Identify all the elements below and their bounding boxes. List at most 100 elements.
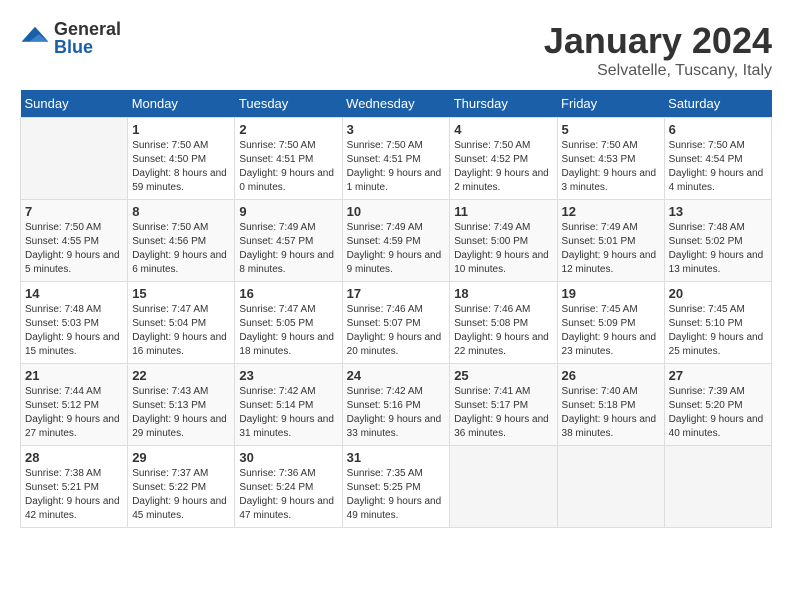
day-info: Sunrise: 7:50 AMSunset: 4:53 PMDaylight:…	[562, 139, 660, 195]
calendar-week-3: 14 Sunrise: 7:48 AMSunset: 5:03 PMDaylig…	[21, 282, 772, 364]
day-info: Sunrise: 7:42 AMSunset: 5:14 PMDaylight:…	[239, 385, 337, 441]
calendar-cell: 31 Sunrise: 7:35 AMSunset: 5:25 PMDaylig…	[342, 446, 450, 528]
calendar-cell: 12 Sunrise: 7:49 AMSunset: 5:01 PMDaylig…	[557, 200, 664, 282]
day-info: Sunrise: 7:49 AMSunset: 4:59 PMDaylight:…	[347, 221, 446, 277]
day-number: 14	[25, 286, 123, 301]
day-info: Sunrise: 7:36 AMSunset: 5:24 PMDaylight:…	[239, 467, 337, 523]
calendar-cell: 23 Sunrise: 7:42 AMSunset: 5:14 PMDaylig…	[235, 364, 342, 446]
day-info: Sunrise: 7:43 AMSunset: 5:13 PMDaylight:…	[132, 385, 230, 441]
calendar-cell: 1 Sunrise: 7:50 AMSunset: 4:50 PMDayligh…	[128, 118, 235, 200]
day-info: Sunrise: 7:50 AMSunset: 4:51 PMDaylight:…	[239, 139, 337, 195]
calendar-cell	[557, 446, 664, 528]
day-number: 25	[454, 368, 552, 383]
day-number: 26	[562, 368, 660, 383]
calendar-cell: 7 Sunrise: 7:50 AMSunset: 4:55 PMDayligh…	[21, 200, 128, 282]
day-info: Sunrise: 7:50 AMSunset: 4:52 PMDaylight:…	[454, 139, 552, 195]
calendar-header-row: SundayMondayTuesdayWednesdayThursdayFrid…	[21, 90, 772, 118]
calendar-cell: 18 Sunrise: 7:46 AMSunset: 5:08 PMDaylig…	[450, 282, 557, 364]
calendar-cell: 9 Sunrise: 7:49 AMSunset: 4:57 PMDayligh…	[235, 200, 342, 282]
day-info: Sunrise: 7:47 AMSunset: 5:05 PMDaylight:…	[239, 303, 337, 359]
calendar-cell: 19 Sunrise: 7:45 AMSunset: 5:09 PMDaylig…	[557, 282, 664, 364]
calendar-cell	[450, 446, 557, 528]
calendar-cell: 27 Sunrise: 7:39 AMSunset: 5:20 PMDaylig…	[664, 364, 771, 446]
calendar-cell: 11 Sunrise: 7:49 AMSunset: 5:00 PMDaylig…	[450, 200, 557, 282]
calendar-header-monday: Monday	[128, 90, 235, 118]
calendar-cell: 4 Sunrise: 7:50 AMSunset: 4:52 PMDayligh…	[450, 118, 557, 200]
day-info: Sunrise: 7:40 AMSunset: 5:18 PMDaylight:…	[562, 385, 660, 441]
day-info: Sunrise: 7:50 AMSunset: 4:51 PMDaylight:…	[347, 139, 446, 195]
day-number: 23	[239, 368, 337, 383]
day-number: 28	[25, 450, 123, 465]
day-number: 5	[562, 122, 660, 137]
calendar-cell: 8 Sunrise: 7:50 AMSunset: 4:56 PMDayligh…	[128, 200, 235, 282]
day-info: Sunrise: 7:49 AMSunset: 5:00 PMDaylight:…	[454, 221, 552, 277]
day-info: Sunrise: 7:49 AMSunset: 4:57 PMDaylight:…	[239, 221, 337, 277]
calendar-cell: 3 Sunrise: 7:50 AMSunset: 4:51 PMDayligh…	[342, 118, 450, 200]
day-number: 16	[239, 286, 337, 301]
logo: General Blue	[20, 20, 121, 56]
day-number: 10	[347, 204, 446, 219]
day-number: 19	[562, 286, 660, 301]
day-info: Sunrise: 7:48 AMSunset: 5:03 PMDaylight:…	[25, 303, 123, 359]
day-number: 29	[132, 450, 230, 465]
day-info: Sunrise: 7:37 AMSunset: 5:22 PMDaylight:…	[132, 467, 230, 523]
day-number: 17	[347, 286, 446, 301]
calendar-header-sunday: Sunday	[21, 90, 128, 118]
day-number: 21	[25, 368, 123, 383]
day-number: 27	[669, 368, 767, 383]
calendar-cell	[21, 118, 128, 200]
day-number: 1	[132, 122, 230, 137]
calendar-cell: 22 Sunrise: 7:43 AMSunset: 5:13 PMDaylig…	[128, 364, 235, 446]
calendar-header-wednesday: Wednesday	[342, 90, 450, 118]
logo-general: General	[54, 20, 121, 38]
day-info: Sunrise: 7:50 AMSunset: 4:54 PMDaylight:…	[669, 139, 767, 195]
day-number: 8	[132, 204, 230, 219]
day-info: Sunrise: 7:38 AMSunset: 5:21 PMDaylight:…	[25, 467, 123, 523]
day-number: 20	[669, 286, 767, 301]
calendar-header-saturday: Saturday	[664, 90, 771, 118]
calendar-cell: 29 Sunrise: 7:37 AMSunset: 5:22 PMDaylig…	[128, 446, 235, 528]
day-number: 9	[239, 204, 337, 219]
calendar-cell: 21 Sunrise: 7:44 AMSunset: 5:12 PMDaylig…	[21, 364, 128, 446]
calendar-week-4: 21 Sunrise: 7:44 AMSunset: 5:12 PMDaylig…	[21, 364, 772, 446]
day-number: 22	[132, 368, 230, 383]
calendar-table: SundayMondayTuesdayWednesdayThursdayFrid…	[20, 90, 772, 528]
calendar-week-2: 7 Sunrise: 7:50 AMSunset: 4:55 PMDayligh…	[21, 200, 772, 282]
calendar-cell: 20 Sunrise: 7:45 AMSunset: 5:10 PMDaylig…	[664, 282, 771, 364]
calendar-header-friday: Friday	[557, 90, 664, 118]
day-info: Sunrise: 7:42 AMSunset: 5:16 PMDaylight:…	[347, 385, 446, 441]
day-number: 13	[669, 204, 767, 219]
day-info: Sunrise: 7:46 AMSunset: 5:08 PMDaylight:…	[454, 303, 552, 359]
calendar-cell	[664, 446, 771, 528]
calendar-week-5: 28 Sunrise: 7:38 AMSunset: 5:21 PMDaylig…	[21, 446, 772, 528]
calendar-cell: 2 Sunrise: 7:50 AMSunset: 4:51 PMDayligh…	[235, 118, 342, 200]
day-number: 31	[347, 450, 446, 465]
logo-blue: Blue	[54, 38, 121, 56]
calendar-cell: 16 Sunrise: 7:47 AMSunset: 5:05 PMDaylig…	[235, 282, 342, 364]
calendar-cell: 5 Sunrise: 7:50 AMSunset: 4:53 PMDayligh…	[557, 118, 664, 200]
day-info: Sunrise: 7:41 AMSunset: 5:17 PMDaylight:…	[454, 385, 552, 441]
calendar-cell: 15 Sunrise: 7:47 AMSunset: 5:04 PMDaylig…	[128, 282, 235, 364]
day-number: 6	[669, 122, 767, 137]
day-number: 30	[239, 450, 337, 465]
calendar-cell: 13 Sunrise: 7:48 AMSunset: 5:02 PMDaylig…	[664, 200, 771, 282]
day-info: Sunrise: 7:45 AMSunset: 5:10 PMDaylight:…	[669, 303, 767, 359]
day-info: Sunrise: 7:49 AMSunset: 5:01 PMDaylight:…	[562, 221, 660, 277]
calendar-cell: 17 Sunrise: 7:46 AMSunset: 5:07 PMDaylig…	[342, 282, 450, 364]
day-number: 3	[347, 122, 446, 137]
logo-text: General Blue	[54, 20, 121, 56]
day-number: 24	[347, 368, 446, 383]
calendar-cell: 25 Sunrise: 7:41 AMSunset: 5:17 PMDaylig…	[450, 364, 557, 446]
day-number: 18	[454, 286, 552, 301]
day-info: Sunrise: 7:47 AMSunset: 5:04 PMDaylight:…	[132, 303, 230, 359]
day-number: 11	[454, 204, 552, 219]
location: Selvatelle, Tuscany, Italy	[544, 62, 772, 80]
day-info: Sunrise: 7:50 AMSunset: 4:55 PMDaylight:…	[25, 221, 123, 277]
day-info: Sunrise: 7:50 AMSunset: 4:50 PMDaylight:…	[132, 139, 230, 195]
calendar-header-tuesday: Tuesday	[235, 90, 342, 118]
calendar-cell: 28 Sunrise: 7:38 AMSunset: 5:21 PMDaylig…	[21, 446, 128, 528]
day-info: Sunrise: 7:39 AMSunset: 5:20 PMDaylight:…	[669, 385, 767, 441]
title-section: January 2024 Selvatelle, Tuscany, Italy	[544, 20, 772, 80]
month-title: January 2024	[544, 20, 772, 62]
day-number: 4	[454, 122, 552, 137]
